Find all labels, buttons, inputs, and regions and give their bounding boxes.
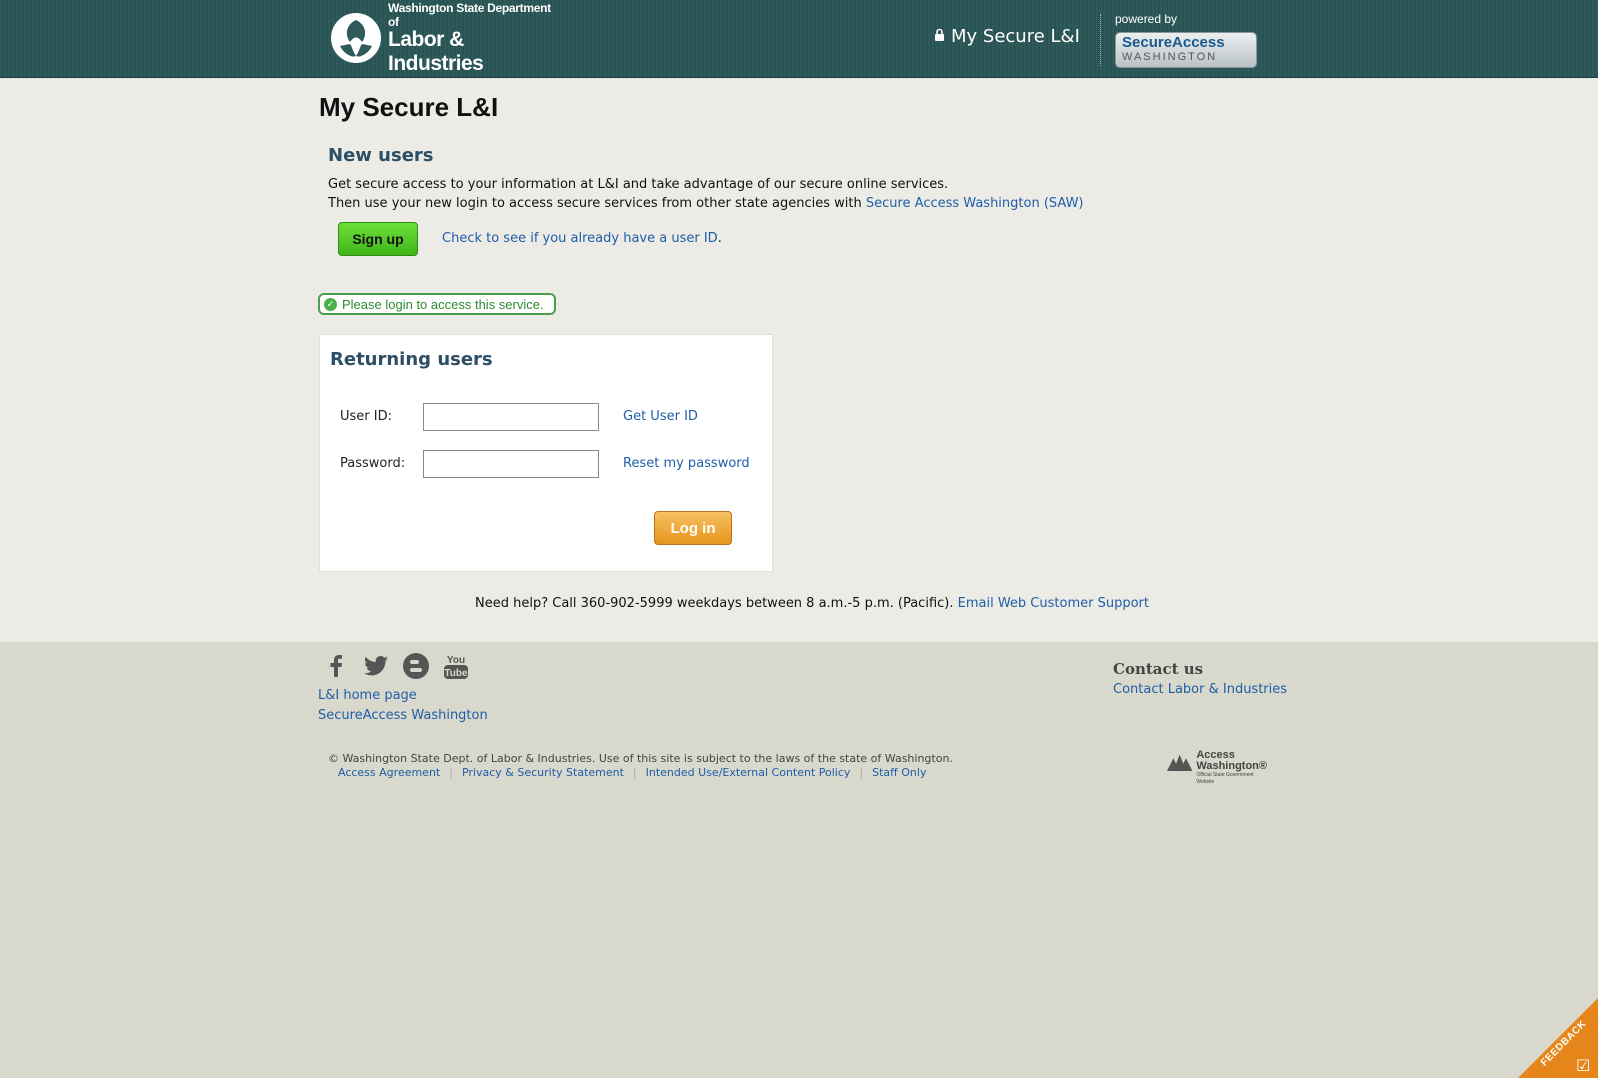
saw-badge-line1: SecureAccess: [1122, 34, 1225, 51]
get-user-id-link[interactable]: Get User ID: [623, 409, 698, 424]
intended-use-link[interactable]: Intended Use/External Content Policy: [646, 766, 851, 779]
header-divider: [1100, 14, 1101, 66]
access-agreement-link[interactable]: Access Agreement: [338, 766, 440, 779]
user-id-label: User ID:: [340, 409, 392, 424]
facebook-icon[interactable]: [322, 652, 350, 680]
sign-up-button[interactable]: Sign up: [338, 222, 418, 256]
login-notice-text: Please login to access this service.: [342, 296, 544, 312]
page-title: My Secure L&I: [319, 92, 499, 122]
link-separator: |: [632, 766, 637, 779]
reset-password-link[interactable]: Reset my password: [623, 456, 750, 471]
new-users-saw-text: Then use your new login to access secure…: [328, 196, 1084, 211]
logo-subtitle: Washington State Department of: [388, 0, 551, 29]
site-footer: You Tube L&I home page SecureAccess Wash…: [0, 642, 1598, 1078]
check-circle-icon: ✓: [324, 297, 337, 311]
contact-us-heading: Contact us: [1113, 660, 1204, 678]
log-in-button[interactable]: Log in: [654, 511, 732, 545]
footer-policy-links: Access Agreement | Privacy & Security St…: [338, 766, 926, 779]
my-secure-link[interactable]: My Secure L&I: [934, 26, 1080, 47]
secure-access-washington-link[interactable]: SecureAccess Washington: [318, 708, 488, 723]
new-users-description: Get secure access to your information at…: [328, 177, 949, 192]
youtube-icon[interactable]: You Tube: [442, 652, 470, 680]
help-text: Need help? Call 360-902-5999 weekdays be…: [475, 596, 1149, 611]
blogger-icon[interactable]: [402, 652, 430, 680]
social-links: You Tube: [322, 652, 470, 680]
saw-badge-line2: WASHINGTON: [1122, 51, 1218, 63]
email-support-link[interactable]: Email Web Customer Support: [958, 596, 1149, 611]
check-user-id-suffix: .: [717, 231, 722, 246]
svg-text:Tube: Tube: [444, 668, 468, 679]
my-secure-label: My Secure L&I: [951, 26, 1080, 47]
link-separator: |: [449, 766, 453, 779]
site-header: Washington State Department of Labor & I…: [0, 0, 1598, 78]
link-separator: |: [859, 766, 864, 779]
returning-users-panel: Returning users User ID: Get User ID Pas…: [319, 334, 773, 572]
lni-home-link[interactable]: L&I home page: [318, 688, 417, 703]
svg-text:You: You: [447, 655, 465, 666]
aw-line2: Washington®: [1196, 760, 1267, 772]
access-washington-mountain-icon: [1167, 754, 1193, 771]
login-notice: ✓ Please login to access this service.: [318, 293, 556, 315]
saw-link[interactable]: Secure Access Washington (SAW): [866, 196, 1084, 211]
contact-lni-link[interactable]: Contact Labor & Industries: [1113, 682, 1287, 697]
copyright-text: © Washington State Dept. of Labor & Indu…: [328, 752, 953, 765]
staff-only-link[interactable]: Staff Only: [872, 766, 926, 779]
lni-logo-mark-icon: [330, 12, 382, 64]
help-phone-text: Need help? Call 360-902-5999 weekdays be…: [475, 596, 958, 611]
password-input[interactable]: [423, 450, 599, 478]
logo-title: Labor & Industries: [388, 27, 484, 75]
feedback-tab[interactable]: FEEDBACK ☑: [1518, 998, 1598, 1078]
access-washington-logo[interactable]: Access Washington® Official State Govern…: [1167, 750, 1267, 785]
saw-text-prefix: Then use your new login to access secure…: [328, 196, 866, 211]
lni-logo[interactable]: Washington State Department of Labor & I…: [330, 1, 560, 75]
checkbox-icon: ☑: [1576, 1056, 1591, 1075]
returning-users-heading: Returning users: [330, 349, 493, 370]
user-id-input[interactable]: [423, 403, 599, 431]
aw-line3: Official State Government Website: [1196, 772, 1254, 785]
new-users-heading: New users: [328, 145, 434, 166]
check-user-id-text: Check to see if you already have a user …: [442, 231, 722, 246]
privacy-security-link[interactable]: Privacy & Security Statement: [462, 766, 624, 779]
powered-by-label: powered by: [1115, 12, 1178, 26]
lock-icon: [934, 26, 945, 47]
password-label: Password:: [340, 456, 406, 471]
check-user-id-link[interactable]: Check to see if you already have a user …: [442, 231, 718, 246]
main-content: My Secure L&I New users Get secure acces…: [0, 78, 1598, 642]
secure-access-washington-badge[interactable]: SecureAccess WASHINGTON: [1115, 32, 1257, 68]
twitter-icon[interactable]: [362, 652, 390, 680]
